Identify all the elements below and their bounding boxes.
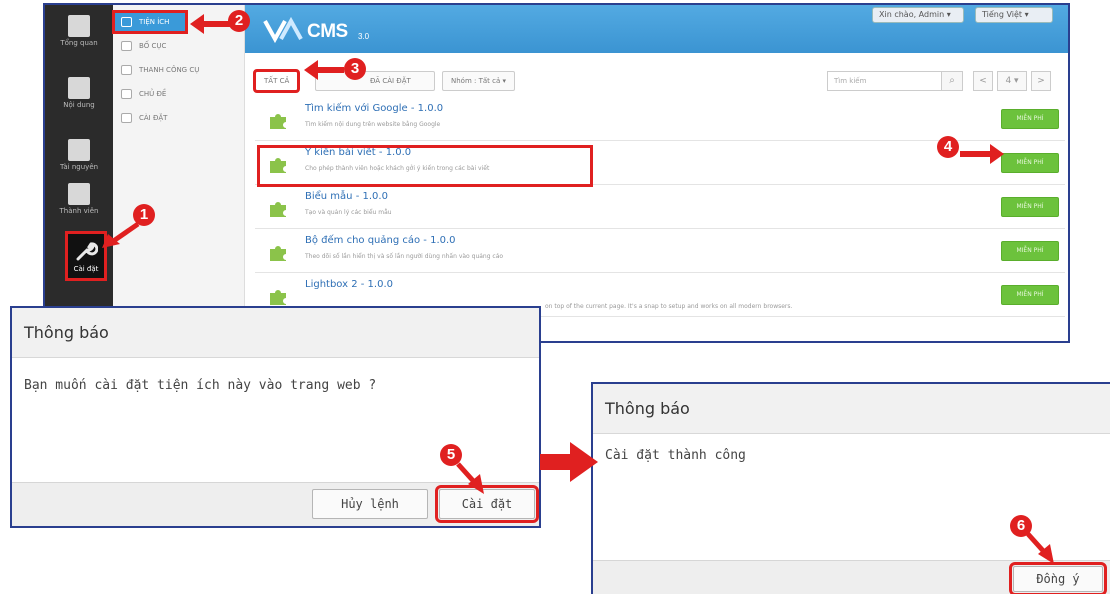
step-arrow-icon <box>456 462 484 494</box>
highlight-plugin-row <box>257 145 593 187</box>
step-marker: 1 <box>133 204 155 226</box>
folder-icon <box>68 139 90 161</box>
free-install-button[interactable]: MIỄN PHÍ <box>1001 153 1059 173</box>
step-arrow-icon <box>102 221 140 248</box>
step-arrow-icon <box>1026 532 1054 564</box>
puzzle-icon <box>270 202 286 217</box>
step-arrow-icon <box>960 144 1004 164</box>
cms-window: Tổng quan Nội dung Tài nguyên Thành viên… <box>43 3 1070 343</box>
plugin-name[interactable]: Biểu mẫu - 1.0.0 <box>305 191 388 202</box>
rail-item-label: Tài nguyên <box>59 163 99 171</box>
layout-icon <box>121 41 132 51</box>
dialog-message: Bạn muốn cài đặt tiện ích này vào trang … <box>24 378 377 393</box>
plugin-name[interactable]: Bộ đếm cho quảng cáo - 1.0.0 <box>305 235 456 246</box>
free-install-button[interactable]: MIỄN PHÍ <box>1001 241 1059 261</box>
search-input[interactable]: Tìm kiếm <box>827 71 953 91</box>
logo-version: 3.0 <box>358 32 370 41</box>
search-icon[interactable]: ⌕ <box>941 71 963 91</box>
header-bar: CMS 3.0 Xin chào, Admin ▾ Tiếng Việt ▾ <box>245 5 1068 53</box>
group-filter-label: Nhóm : Tất cả <box>451 77 501 85</box>
puzzle-icon <box>270 114 286 129</box>
puzzle-icon <box>270 246 286 261</box>
submenu-item-toolbar[interactable]: THANH CÔNG CỤ <box>113 59 245 81</box>
plugin-name[interactable]: Tìm kiếm với Google - 1.0.0 <box>305 103 443 114</box>
submenu-item-layout[interactable]: BỐ CỤC <box>113 35 245 57</box>
next-page-button[interactable]: > <box>1031 71 1051 91</box>
palette-icon <box>121 89 132 99</box>
tab-all-label: TẤT CẢ <box>264 77 290 85</box>
users-icon <box>68 183 90 205</box>
tutorial-composite: Tổng quan Nội dung Tài nguyên Thành viên… <box>0 0 1110 594</box>
plugin-description: Theo dõi số lần hiển thị và số lần người… <box>305 253 504 260</box>
logo-text: CMS <box>307 21 348 42</box>
free-install-button[interactable]: MIỄN PHÍ <box>1001 109 1059 129</box>
list-item: Bộ đếm cho quảng cáo - 1.0.0 Theo dõi số… <box>255 229 1065 273</box>
plugin-name[interactable]: Lightbox 2 - 1.0.0 <box>305 279 393 290</box>
plugin-description: Tìm kiếm nội dung trên website bằng Goog… <box>305 121 441 128</box>
ok-button[interactable]: Đồng ý <box>1009 562 1107 594</box>
submenu-label: BỐ CỤC <box>139 42 167 50</box>
prev-page-label: < <box>979 76 987 86</box>
plugin-description: on top of the current page. It's a snap … <box>545 303 793 310</box>
transition-arrow-icon <box>540 442 598 482</box>
rail-item-content[interactable]: Nội dung <box>45 67 113 129</box>
tab-all[interactable]: TẤT CẢ <box>252 69 301 93</box>
gear-icon <box>121 113 132 123</box>
sub-menu: TIỆN ÍCH BỐ CỤC THANH CÔNG CỤ CHỦ ĐỀ CÀI… <box>112 5 245 341</box>
list-item: Biểu mẫu - 1.0.0 Tạo và quản lý các biểu… <box>255 185 1065 229</box>
submenu-label: CHỦ ĐỀ <box>139 90 167 98</box>
step-marker: 3 <box>344 58 366 80</box>
free-install-button[interactable]: MIỄN PHÍ <box>1001 197 1059 217</box>
step-marker: 2 <box>228 10 250 32</box>
user-dropdown[interactable]: Xin chào, Admin ▾ <box>872 7 964 23</box>
rail-item-label: Tổng quan <box>60 39 98 47</box>
prev-page-button[interactable]: < <box>973 71 993 91</box>
page-select[interactable]: 4 ▾ <box>997 71 1027 91</box>
submenu-label: CÀI ĐẶT <box>139 114 168 122</box>
submenu-label: TIỆN ÍCH <box>139 18 170 26</box>
submenu-item-extensions[interactable]: TIỆN ÍCH <box>112 10 188 34</box>
wrench-icon <box>76 242 98 261</box>
document-icon <box>68 77 90 99</box>
search-placeholder: Tìm kiếm <box>834 77 867 85</box>
step-marker: 4 <box>937 136 959 158</box>
user-dropdown-label: Xin chào, Admin <box>879 10 945 19</box>
free-install-button[interactable]: MIỄN PHÍ <box>1001 285 1059 305</box>
plugin-description: Tạo và quản lý các biểu mẫu <box>305 209 392 216</box>
dialog-title: Thông báo <box>593 384 1110 434</box>
puzzle-icon <box>121 17 132 27</box>
rail-item-label: Thành viên <box>59 207 99 215</box>
rail-item-label: Cài đặt <box>73 265 99 273</box>
rail-item-overview[interactable]: Tổng quan <box>45 5 113 67</box>
content-area: CMS 3.0 Xin chào, Admin ▾ Tiếng Việt ▾ T… <box>245 5 1068 341</box>
submenu-item-settings[interactable]: CÀI ĐẶT <box>113 107 245 129</box>
rail-item-label: Nội dung <box>63 101 95 109</box>
language-dropdown[interactable]: Tiếng Việt ▾ <box>975 7 1053 23</box>
toolbar-icon <box>121 65 132 75</box>
group-filter-dropdown[interactable]: Nhóm : Tất cả ▾ <box>442 71 516 91</box>
language-dropdown-label: Tiếng Việt <box>982 10 1023 19</box>
submenu-item-themes[interactable]: CHỦ ĐỀ <box>113 83 245 105</box>
dialog-title: Thông báo <box>12 308 539 358</box>
vnvn-logo-icon <box>263 16 303 43</box>
left-rail: Tổng quan Nội dung Tài nguyên Thành viên… <box>45 5 113 341</box>
submenu-label: THANH CÔNG CỤ <box>139 66 200 74</box>
dialog-message: Cài đặt thành công <box>605 448 746 463</box>
next-page-label: > <box>1037 76 1045 86</box>
plugin-toolbar: TẤT CẢ ĐÃ CÀI ĐẶT Nhóm : Tất cả ▾ Tìm ki… <box>245 63 1068 93</box>
home-icon <box>68 15 90 37</box>
tab-installed-label: ĐÃ CÀI ĐẶT <box>370 77 411 85</box>
page-select-label: 4 <box>1005 76 1012 86</box>
cancel-button[interactable]: Hủy lệnh <box>312 489 428 519</box>
puzzle-icon <box>270 290 286 305</box>
list-item: Tìm kiếm với Google - 1.0.0 Tìm kiếm nội… <box>255 97 1065 141</box>
